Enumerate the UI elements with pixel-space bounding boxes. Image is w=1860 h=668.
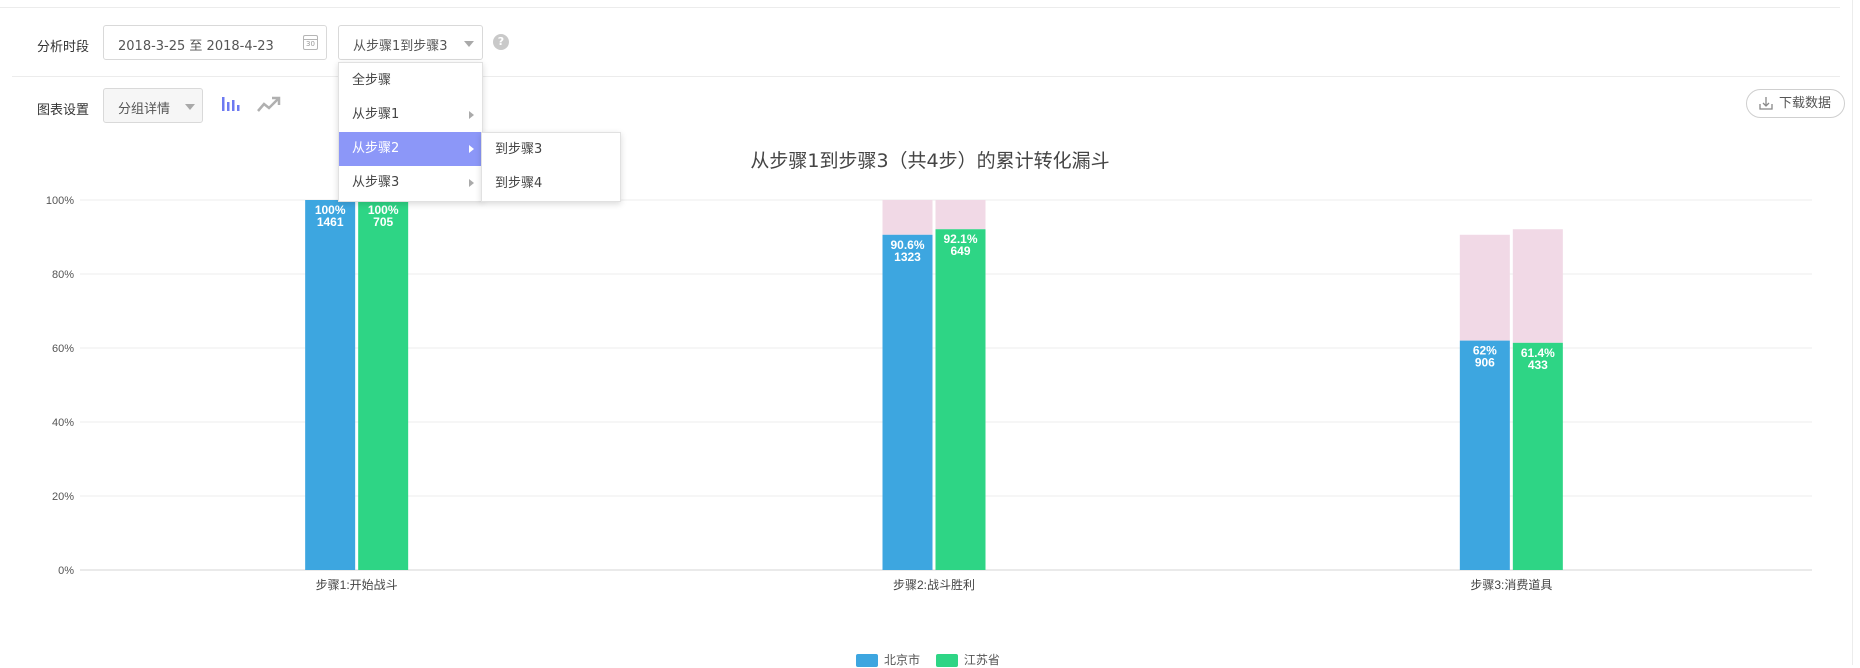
- chevron-right-icon: [469, 111, 474, 119]
- bar-beijing: [882, 234, 933, 570]
- y-tick-label: 60%: [52, 343, 74, 355]
- submenu-item-to-step-3[interactable]: 到步骤3: [482, 133, 620, 167]
- bar-count-label: 705: [373, 215, 393, 229]
- bar-count-label: 1323: [894, 250, 921, 264]
- funnel-chart: 0%20%40%60%80%100%100%1461100%705步骤1:开始战…: [46, 195, 1812, 592]
- bar-dropoff-segment: [1512, 229, 1563, 343]
- x-category-label: 步骤3:消费道具: [1470, 578, 1552, 592]
- chevron-right-icon: [469, 179, 474, 187]
- menu-item-all-steps[interactable]: 全步骤: [339, 64, 482, 98]
- submenu-item-to-step-4[interactable]: 到步骤4: [482, 167, 620, 201]
- chevron-right-icon: [469, 145, 474, 153]
- bar-dropoff-segment: [882, 200, 933, 235]
- x-category-label: 步骤2:战斗胜利: [893, 577, 975, 592]
- legend-swatch: [856, 654, 878, 667]
- legend-swatch: [935, 654, 958, 667]
- menu-item-from-step-1[interactable]: 从步骤1: [339, 98, 482, 132]
- step-range-submenu: 到步骤3 到步骤4: [481, 132, 621, 202]
- bar-count-label: 906: [1475, 356, 1495, 370]
- menu-item-from-step-2[interactable]: 从步骤2: [339, 132, 482, 166]
- bar-beijing: [1459, 340, 1510, 570]
- legend-item-beijing[interactable]: 北京市: [856, 651, 920, 668]
- y-tick-label: 20%: [52, 491, 74, 503]
- bar-beijing: [305, 200, 356, 570]
- y-tick-label: 0%: [58, 565, 74, 577]
- x-category-label: 步骤1:开始战斗: [316, 578, 398, 592]
- bar-count-label: 1461: [317, 215, 344, 229]
- y-tick-label: 80%: [52, 269, 74, 281]
- step-range-menu: 全步骤 从步骤1 从步骤2 从步骤3: [338, 62, 483, 202]
- bar-dropoff-segment: [935, 200, 986, 230]
- bar-count-label: 433: [1528, 358, 1548, 372]
- legend-item-jiangsu[interactable]: 江苏省: [935, 651, 1000, 668]
- bar-jiangsu: [935, 229, 986, 571]
- menu-item-from-step-3[interactable]: 从步骤3: [339, 166, 482, 200]
- bar-dropoff-segment: [1459, 234, 1510, 341]
- y-tick-label: 100%: [46, 195, 74, 207]
- bar-count-label: 649: [950, 244, 970, 258]
- chart-legend: 北京市 江苏省: [856, 651, 1012, 668]
- bar-jiangsu: [1512, 342, 1563, 570]
- y-tick-label: 40%: [52, 417, 74, 429]
- bar-jiangsu: [358, 200, 409, 570]
